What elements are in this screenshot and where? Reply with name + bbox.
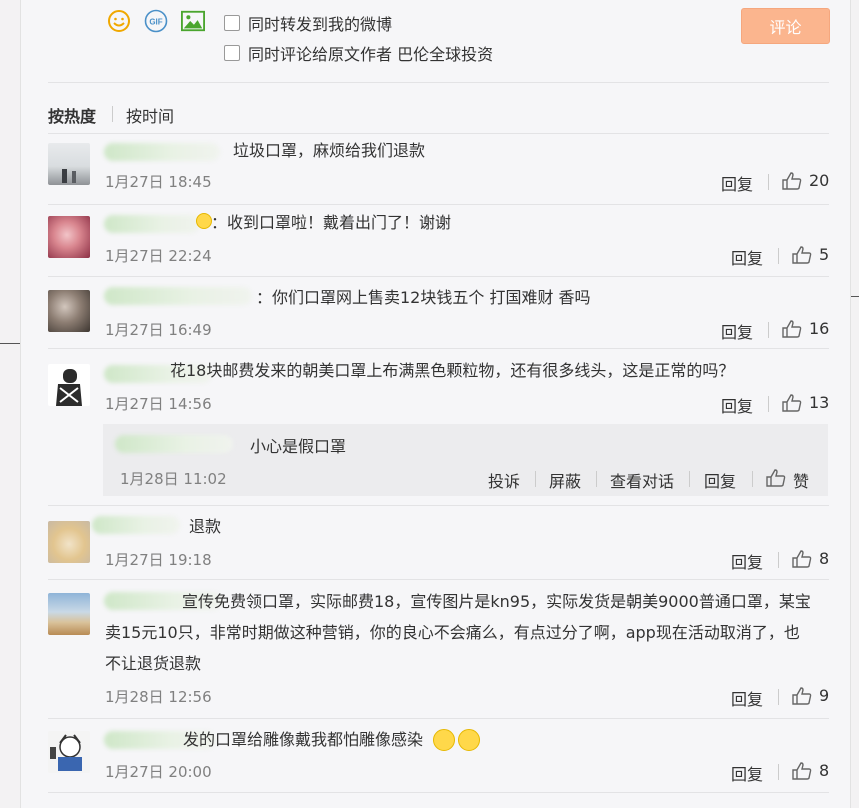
thumb-up-icon[interactable]	[792, 762, 812, 780]
avatar[interactable]	[48, 290, 90, 332]
avatar[interactable]	[48, 731, 90, 773]
comment-text: 花18块邮费发来的朝美口罩上布满黑色颗粒物，还有很多线头，这是正常的吗？	[170, 361, 735, 380]
block-button[interactable]: 屏蔽	[549, 468, 581, 492]
comment-text-line: 宣传免费领口罩，实际邮费18，宣传图片是kn95，实际发货是朝美9000普通口罩…	[182, 592, 811, 611]
avatar[interactable]	[48, 216, 90, 258]
like-count: 8	[819, 549, 830, 568]
action-separator	[752, 471, 753, 487]
thumb-up-icon[interactable]	[792, 687, 812, 705]
comment-time: 1月27日 19:18	[105, 551, 212, 569]
comment-time: 1月28日 12:56	[105, 688, 212, 706]
reply-button[interactable]: 回复	[721, 393, 753, 417]
comment-text: 发的口罩给雕像戴我都怕雕像感染	[183, 730, 424, 749]
avatar[interactable]	[48, 143, 90, 185]
image-icon[interactable]	[181, 9, 205, 33]
thumb-up-icon[interactable]	[766, 469, 786, 487]
action-separator	[596, 471, 597, 487]
comment-text-line: 卖15元10只，非常时期做这种营销，你的良心不会痛么，有点过分了啊，app现在活…	[105, 623, 800, 642]
thumb-up-icon[interactable]	[792, 246, 812, 264]
comment-time: 1月27日 22:24	[105, 247, 212, 265]
reply-time: 1月28日 11:02	[120, 470, 227, 488]
comment-author-checkbox[interactable]	[224, 45, 240, 61]
nested-reply: 小心是假口罩 1月28日 11:02 投诉 屏蔽 查看对话 回复 赞	[103, 424, 828, 496]
comment-author-label: 同时评论给原文作者 巴伦全球投资	[248, 45, 494, 64]
reply-button[interactable]: 回复	[704, 468, 736, 492]
reply-button[interactable]: 回复	[721, 319, 753, 343]
like-count: 20	[809, 171, 830, 190]
reply-text: 小心是假口罩	[250, 437, 347, 456]
reply-button[interactable]: 回复	[731, 761, 763, 785]
comment-text: 垃圾口罩，麻烦给我们退款	[233, 141, 426, 160]
avatar[interactable]	[48, 364, 90, 406]
comment-time: 1月27日 16:49	[105, 321, 212, 339]
left-edge-line	[0, 343, 20, 344]
action-separator	[768, 322, 769, 338]
action-separator	[778, 764, 779, 780]
thumb-up-icon[interactable]	[782, 320, 802, 338]
username-blurred[interactable]	[104, 215, 200, 233]
username-blurred[interactable]	[104, 287, 252, 305]
action-separator	[778, 552, 779, 568]
like-count: 5	[819, 245, 830, 264]
list-item: 垃圾口罩，麻烦给我们退款 1月27日 18:45 回复 20	[48, 134, 829, 204]
avatar[interactable]	[48, 593, 90, 635]
comment-text: ：你们口罩网上售卖12块钱五个 打国难财 香吗	[256, 288, 591, 307]
gif-icon[interactable]: GIF	[144, 9, 168, 33]
action-separator	[778, 689, 779, 705]
like-count: 8	[819, 761, 830, 780]
reply-button[interactable]: 回复	[721, 171, 753, 195]
action-separator	[535, 471, 536, 487]
tab-sort-time[interactable]: 按时间	[126, 103, 174, 127]
repost-label: 同时转发到我的微博	[248, 15, 393, 34]
list-item: 退款 1月27日 19:18 回复 8	[48, 506, 829, 578]
thumb-up-icon[interactable]	[792, 550, 812, 568]
like-count: 9	[819, 686, 830, 705]
comment-text: ：收到口罩啦！戴着出门了！谢谢	[211, 213, 452, 232]
smile-icon[interactable]	[107, 9, 131, 33]
composer-toolbar: GIF	[107, 9, 205, 33]
option-comment-author[interactable]: 同时评论给原文作者 巴伦全球投资	[224, 41, 493, 65]
comment-time: 1月27日 18:45	[105, 173, 212, 191]
list-item: 发的口罩给雕像戴我都怕雕像感染 1月27日 20:00 回复 8	[48, 719, 829, 791]
comment-submit-button[interactable]: 评论	[741, 8, 830, 44]
username-blurred[interactable]	[104, 143, 220, 161]
username-blurred[interactable]	[115, 435, 233, 453]
reply-button[interactable]: 回复	[731, 245, 763, 269]
divider	[48, 82, 829, 83]
username-blurred[interactable]	[92, 516, 180, 534]
sort-separator	[112, 106, 113, 122]
like-count: 13	[809, 393, 830, 412]
action-separator	[768, 396, 769, 412]
option-repost[interactable]: 同时转发到我的微博	[224, 11, 392, 35]
action-separator	[778, 248, 779, 264]
thumb-up-icon[interactable]	[782, 394, 802, 412]
emoji-icon	[196, 213, 212, 229]
thumb-up-icon[interactable]	[782, 172, 802, 190]
comment-time: 1月27日 14:56	[105, 395, 212, 413]
emoji-icon	[433, 729, 455, 751]
action-separator	[768, 174, 769, 190]
comment-time: 1月27日 20:00	[105, 763, 212, 781]
report-button[interactable]: 投诉	[488, 468, 520, 492]
emoji-icon	[458, 729, 480, 751]
list-item: 宣传免费领口罩，实际邮费18，宣传图片是kn95，实际发货是朝美9000普通口罩…	[48, 580, 829, 712]
reply-button[interactable]: 回复	[731, 686, 763, 710]
divider	[48, 792, 829, 793]
list-item: ：你们口罩网上售卖12块钱五个 打国难财 香吗 1月27日 16:49 回复 1…	[48, 277, 829, 347]
tab-sort-hot[interactable]: 按热度	[48, 103, 96, 127]
like-count: 16	[809, 319, 830, 338]
repost-checkbox[interactable]	[224, 15, 240, 31]
gif-icon-label: GIF	[149, 18, 162, 27]
action-separator	[689, 471, 690, 487]
comment-text-line: 不让退货退款	[105, 654, 202, 673]
comment-text: 退款	[189, 517, 222, 536]
like-button-label[interactable]: 赞	[793, 468, 809, 492]
avatar[interactable]	[48, 521, 90, 563]
reply-button[interactable]: 回复	[731, 549, 763, 573]
view-conversation-button[interactable]: 查看对话	[610, 468, 674, 492]
list-item: ：收到口罩啦！戴着出门了！谢谢 1月27日 22:24 回复 5	[48, 205, 829, 275]
